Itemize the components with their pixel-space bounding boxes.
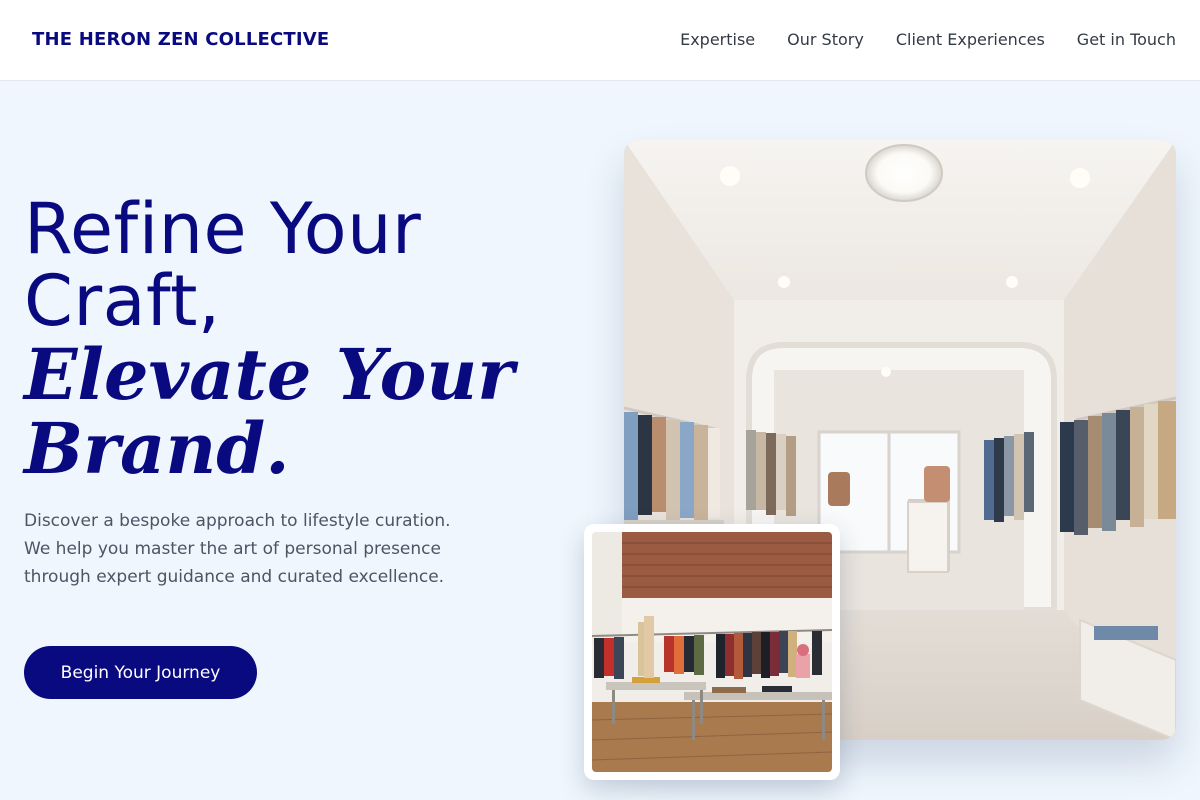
hero-title: Refine Your Craft, Elevate Your Brand.: [24, 193, 544, 485]
nav-link-expertise[interactable]: Expertise: [680, 30, 755, 49]
store-racks-photo-frame: [584, 524, 840, 780]
nav-link-client-experiences[interactable]: Client Experiences: [896, 30, 1045, 49]
nav-link-our-story[interactable]: Our Story: [787, 30, 864, 49]
hero-title-italic-line: Elevate Your: [24, 333, 515, 416]
store-racks-photo: [592, 532, 832, 772]
hero-title-line: Craft,: [24, 260, 221, 342]
hero-description: Discover a bespoke approach to lifestyle…: [24, 511, 451, 587]
hero-title-italic-line: Brand.: [24, 407, 290, 490]
brand-logo[interactable]: THE HERON ZEN COLLECTIVE: [32, 29, 329, 50]
nav-link-get-in-touch[interactable]: Get in Touch: [1077, 30, 1176, 49]
site-header: THE HERON ZEN COLLECTIVE Expertise Our S…: [0, 0, 1200, 81]
main-nav: Expertise Our Story Client Experiences G…: [680, 30, 1176, 49]
hero-title-line: Refine Your: [24, 188, 422, 270]
begin-journey-button[interactable]: Begin Your Journey: [24, 646, 257, 699]
